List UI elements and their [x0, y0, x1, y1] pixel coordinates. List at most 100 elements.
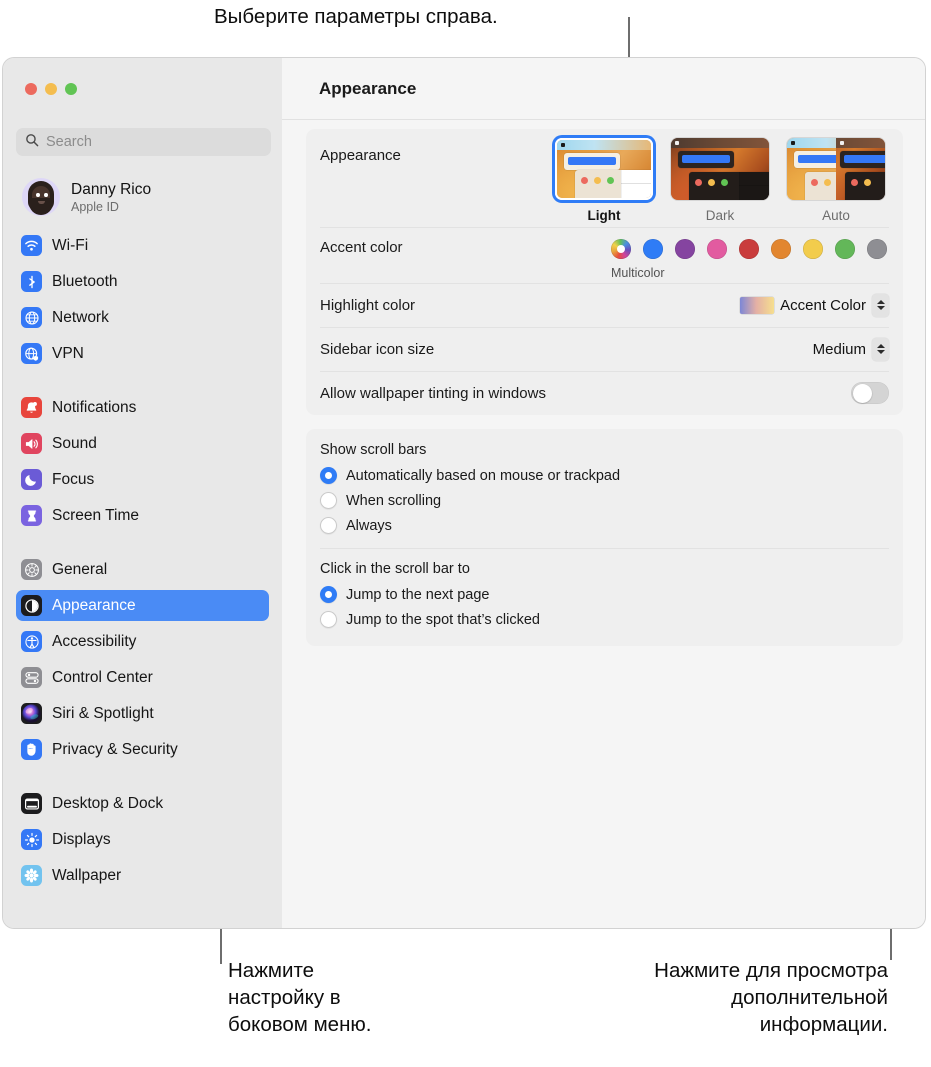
bluetooth-icon	[21, 271, 42, 292]
sidebar-item-label: Privacy & Security	[52, 740, 178, 758]
search-input[interactable]: Search	[16, 128, 271, 156]
chevron-updown-icon	[872, 337, 889, 361]
sidebar-icon-size-value: Medium	[812, 340, 866, 358]
control-center-icon	[21, 667, 42, 688]
sidebar-item-notifications[interactable]: Notifications	[16, 392, 269, 423]
close-button[interactable]	[25, 83, 37, 95]
sidebar-item-appearance[interactable]: Appearance	[16, 590, 269, 621]
sidebar-item-network[interactable]: Network	[16, 302, 269, 333]
sidebar-item-label: Sound	[52, 434, 97, 452]
sidebar-item-displays[interactable]: Displays	[16, 824, 269, 855]
sidebar: Search Danny Rico Apple ID Wi-Fi Bluetoot…	[3, 58, 282, 928]
radio-button[interactable]	[320, 517, 337, 534]
sidebar-group-1: Notifications Sound Focus Screen Time	[3, 392, 282, 531]
accent-swatch-red[interactable]	[739, 239, 759, 259]
sidebar-item-sound[interactable]: Sound	[16, 428, 269, 459]
click-scroll-bar-option-1[interactable]: Jump to the spot that’s clicked	[320, 607, 889, 632]
sidebar-item-screen-time[interactable]: Screen Time	[16, 500, 269, 531]
appearance-option-label: Dark	[705, 208, 735, 223]
accent-swatch-multicolor[interactable]	[611, 239, 631, 259]
wallpaper-icon	[21, 865, 42, 886]
radio-button[interactable]	[320, 586, 337, 603]
sidebar-item-desktop-dock[interactable]: Desktop & Dock	[16, 788, 269, 819]
wallpaper-tinting-label: Allow wallpaper tinting in windows	[320, 384, 546, 402]
sidebar-item-label: Network	[52, 308, 109, 326]
hand-icon	[21, 739, 42, 760]
divider	[320, 548, 889, 549]
page-title: Appearance	[319, 78, 417, 98]
wifi-icon	[21, 235, 42, 256]
sidebar-group-3: Desktop & Dock Displays Wallpaper	[3, 788, 282, 891]
minimize-button[interactable]	[45, 83, 57, 95]
accent-swatch-yellow[interactable]	[803, 239, 823, 259]
dark-thumbnail	[671, 138, 769, 200]
sidebar-item-label: Control Center	[52, 668, 153, 686]
appearance-option-label: Auto	[822, 208, 850, 223]
sidebar-item-control-center[interactable]: Control Center	[16, 662, 269, 693]
accent-swatch-orange[interactable]	[771, 239, 791, 259]
sidebar-item-vpn[interactable]: VPN	[16, 338, 269, 369]
sidebar-item-wallpaper[interactable]: Wallpaper	[16, 860, 269, 891]
callout-bottom-right: Нажмите для просмотра дополнительной инф…	[654, 959, 888, 1036]
sidebar-item-label: VPN	[52, 344, 84, 362]
show-scroll-bars-option-2[interactable]: Always	[320, 513, 889, 538]
hourglass-icon	[21, 505, 42, 526]
accent-color-row: Accent color Multicolor	[320, 227, 889, 283]
highlight-color-swatch	[740, 296, 775, 314]
appearance-option-dark[interactable]: Dark	[671, 138, 769, 223]
sidebar-icon-size-label: Sidebar icon size	[320, 340, 435, 358]
sidebar-item-bluetooth[interactable]: Bluetooth	[16, 266, 269, 297]
click-scroll-bar-option-0[interactable]: Jump to the next page	[320, 582, 889, 607]
appearance-options: Light Dark Auto	[555, 138, 889, 223]
search-placeholder: Search	[46, 134, 92, 150]
radio-button[interactable]	[320, 492, 337, 509]
sidebar-item-wi-fi[interactable]: Wi-Fi	[16, 230, 269, 261]
show-scroll-bars-option-0[interactable]: Automatically based on mouse or trackpad	[320, 463, 889, 488]
sidebar-item-focus[interactable]: Focus	[16, 464, 269, 495]
radio-button[interactable]	[320, 467, 337, 484]
wallpaper-tinting-row: Allow wallpaper tinting in windows	[320, 371, 889, 415]
appearance-option-auto[interactable]: Auto	[787, 138, 885, 223]
show-scroll-bars-options: Automatically based on mouse or trackpad…	[320, 463, 889, 538]
speaker-icon	[21, 433, 42, 454]
zoom-button[interactable]	[65, 83, 77, 95]
sidebar-nav-list: Wi-Fi Bluetooth Network VPN Notifications Sou…	[3, 230, 282, 896]
detail-body: Appearance Light Dark Auto Accent color …	[282, 120, 925, 646]
globe-shield-icon	[21, 343, 42, 364]
callout-top: Выберите параметры справа.	[214, 5, 498, 28]
account-name: Danny Rico	[71, 180, 152, 198]
appearance-option-light[interactable]: Light	[555, 138, 653, 223]
gear-icon	[21, 559, 42, 580]
highlight-color-popup[interactable]: Accent Color	[740, 293, 889, 317]
appearance-option-label: Light	[587, 208, 621, 223]
moon-icon	[21, 469, 42, 490]
chevron-updown-icon	[872, 293, 889, 317]
accent-swatch-purple[interactable]	[675, 239, 695, 259]
accent-swatch-blue[interactable]	[643, 239, 663, 259]
accent-swatch-graphite[interactable]	[867, 239, 887, 259]
highlight-color-value: Accent Color	[780, 296, 866, 314]
accent-swatch-green[interactable]	[835, 239, 855, 259]
sidebar-item-label: Focus	[52, 470, 95, 488]
accent-swatch-pink[interactable]	[707, 239, 727, 259]
search-icon	[25, 133, 39, 152]
brightness-icon	[21, 829, 42, 850]
sidebar-group-2: General Appearance Accessibility Control Ce…	[3, 554, 282, 765]
click-scroll-bar-options: Jump to the next page Jump to the spot th…	[320, 582, 889, 632]
sidebar-item-apple-id[interactable]: Danny Rico Apple ID	[17, 174, 271, 220]
auto-thumbnail	[787, 138, 885, 200]
sidebar-item-general[interactable]: General	[16, 554, 269, 585]
system-settings-window: Search Danny Rico Apple ID Wi-Fi Bluetoot…	[3, 58, 925, 928]
sidebar-item-privacy-security[interactable]: Privacy & Security	[16, 734, 269, 765]
sidebar-icon-size-popup[interactable]: Medium	[812, 337, 889, 361]
globe-icon	[21, 307, 42, 328]
appearance-label: Appearance	[320, 147, 401, 164]
avatar	[22, 178, 60, 216]
sidebar-item-siri-spotlight[interactable]: Siri & Spotlight	[16, 698, 269, 729]
radio-button[interactable]	[320, 611, 337, 628]
show-scroll-bars-option-1[interactable]: When scrolling	[320, 488, 889, 513]
wallpaper-tinting-toggle[interactable]	[851, 382, 889, 404]
scroll-bars-card: Show scroll bars Automatically based on …	[306, 429, 903, 646]
sidebar-group-0: Wi-Fi Bluetooth Network VPN	[3, 230, 282, 369]
sidebar-item-accessibility[interactable]: Accessibility	[16, 626, 269, 657]
